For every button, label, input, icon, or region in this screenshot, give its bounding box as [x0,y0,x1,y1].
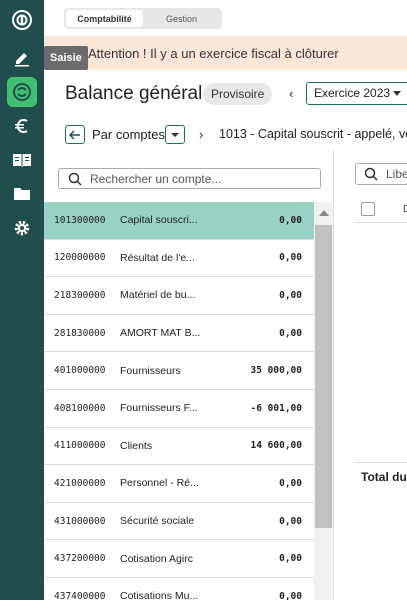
account-code: 431000000 [54,515,106,527]
account-amount: 0,00 [279,214,302,226]
account-code: 421000000 [54,477,106,489]
account-label: Clients [120,439,153,452]
chevron-down-icon [393,91,401,96]
account-amount: 0,00 [279,515,302,527]
account-amount: 0,00 [279,289,302,301]
logo-icon[interactable] [7,5,37,35]
euro-icon[interactable] [7,111,37,141]
account-row[interactable]: 408100000 Fournisseurs F... -6 001,00 [44,390,314,428]
app-window: Saisie Comptabilité Gestion Attention ! … [0,0,407,600]
select-all-checkbox[interactable] [361,202,375,216]
account-row[interactable]: 281830000 AMORT MAT B... 0,00 [44,315,314,353]
alert-text: Attention ! Il y a un exercice fiscal à … [88,45,339,61]
account-row[interactable]: 437200000 Cotisation Agirc 0,00 [44,540,314,578]
account-label: Capital souscri... [120,214,198,227]
entries-search[interactable]: Libe [355,163,407,185]
total-label: Total du [361,470,407,484]
exercise-select-value: Exercice 2023 [314,86,391,100]
account-label: Personnel - Ré... [120,477,199,490]
account-row[interactable]: 101300000 Capital souscri... 0,00 [44,202,314,240]
account-amount: 0,00 [279,553,302,565]
account-label: Résultat de l'e... [120,251,195,264]
account-row[interactable]: 431000000 Sécurité sociale 0,00 [44,503,314,541]
account-code: 101300000 [54,214,106,226]
exercise-select[interactable]: Exercice 2023 [306,82,407,105]
account-amount: 0,00 [279,590,302,600]
account-code: 120000000 [54,252,106,264]
entries-search-placeholder: Libe [386,167,407,181]
panel-divider [333,150,334,600]
account-amount: 0,00 [279,252,302,264]
account-label: Cotisations Mu... [120,590,199,600]
top-bar: Comptabilité Gestion [44,0,407,36]
account-amount: 14 600,00 [250,440,302,452]
account-amount: 0,00 [279,327,302,339]
edit-icon[interactable] [7,43,37,73]
account-search [58,168,321,189]
book-icon[interactable] [7,145,37,175]
account-list-scrollbar[interactable] [314,202,333,600]
account-code: 281830000 [54,327,106,339]
arrow-left-icon [69,129,80,140]
account-code: 437200000 [54,553,106,565]
account-amount: 35 000,00 [250,365,302,377]
account-amount: 0,00 [279,477,302,489]
status-badge: Provisoire [203,83,273,105]
tab-comptabilite[interactable]: Comptabilité [66,10,143,27]
account-row[interactable]: 120000000 Résultat de l'e... 0,00 [44,240,314,278]
account-row[interactable]: 401000000 Fournisseurs 35 000,00 [44,352,314,390]
view-mode-dropdown[interactable] [165,125,185,144]
account-amount: -6 001,00 [250,402,302,414]
account-label: Matériel de bu... [120,289,196,302]
account-label: Fournisseurs F... [120,402,198,415]
account-list: 101300000 Capital souscri... 0,00 120000000… [44,202,314,600]
account-row[interactable]: 218300000 Matériel de bu... 0,00 [44,277,314,315]
account-code: 437400000 [54,590,106,600]
account-code: 408100000 [54,402,106,414]
account-label: Sécurité sociale [120,515,195,528]
back-button[interactable] [65,125,85,144]
account-search-input[interactable] [90,170,315,187]
next-account-button[interactable]: › [199,127,203,142]
sidebar [0,0,44,600]
folder-icon[interactable] [7,179,37,209]
account-label: Fournisseurs [120,364,181,377]
view-mode-label: Par comptes [92,127,165,142]
gear-icon[interactable] [7,213,37,243]
page-title: Balance générale [65,83,213,104]
divider [355,462,407,463]
scroll-thumb[interactable] [315,225,332,528]
balance-icon[interactable] [7,77,37,107]
search-icon [364,167,378,186]
account-code: 401000000 [54,365,106,377]
current-account-breadcrumb: 1013 - Capital souscrit - appelé, ver [219,127,407,141]
account-row[interactable]: 421000000 Personnel - Ré... 0,00 [44,465,314,503]
account-row[interactable]: 437400000 Cotisations Mu... 0,00 [44,578,314,600]
divider [355,222,407,223]
scroll-up-arrow[interactable] [319,210,329,216]
fiscal-alert-banner: Attention ! Il y a un exercice fiscal à … [44,36,407,70]
search-icon [68,172,82,191]
tab-gestion[interactable]: Gestion [143,10,220,27]
account-label: AMORT MAT B... [120,327,201,340]
sidebar-tooltip: Saisie [44,46,88,70]
module-tabs: Comptabilité Gestion [64,8,222,29]
previous-exercise-button[interactable]: ‹ [289,86,293,101]
account-code: 411000000 [54,440,106,452]
chevron-down-icon [171,132,179,137]
column-header: D [403,204,407,215]
account-row[interactable]: 411000000 Clients 14 600,00 [44,428,314,466]
account-label: Cotisation Agirc [120,552,193,565]
account-code: 218300000 [54,289,106,301]
